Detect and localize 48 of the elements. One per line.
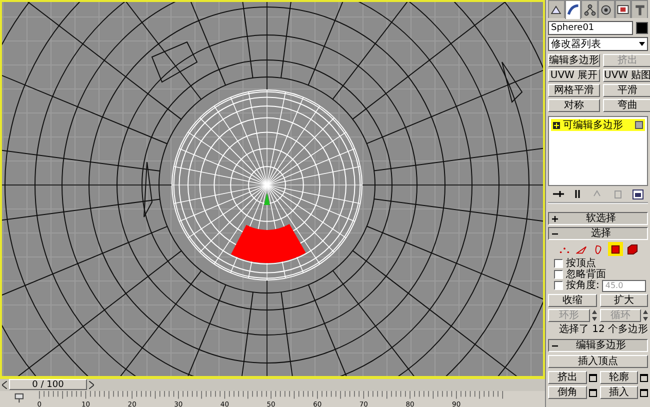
soft-selection-rollout-header[interactable]: 软选择 (548, 212, 648, 225)
checkbox[interactable] (554, 270, 563, 279)
checkbox-label: 按角度: (566, 280, 600, 291)
selection-rollout-header[interactable]: 选择 (548, 227, 648, 240)
polygon-tool-button[interactable]: 轮廓 (600, 371, 638, 384)
modifier-button[interactable]: 平滑 (603, 84, 650, 97)
modifier-button[interactable]: UVW 展开 (548, 69, 600, 82)
modifier-list-dropdown[interactable]: 修改器列表 (548, 37, 648, 51)
pin-stack-icon[interactable] (552, 188, 564, 200)
polygon-tool-button[interactable]: 倒角 (548, 386, 586, 399)
checkbox-label: 忽略背面 (566, 269, 606, 280)
polygon-tool-button[interactable]: 挤出 (548, 371, 586, 384)
insert-vertex-button[interactable]: 插入顶点 (548, 355, 648, 368)
modifier-button[interactable]: 对称 (548, 99, 600, 112)
object-name-field[interactable]: Sphere01 (548, 21, 633, 35)
caret-icon[interactable] (639, 42, 645, 46)
element-icon (626, 244, 638, 254)
modifier-button[interactable]: 编辑多边形 (548, 54, 600, 67)
modify-tab[interactable] (564, 0, 582, 19)
checkbox[interactable] (554, 281, 563, 290)
stack-item[interactable]: 可编辑多边形 (551, 119, 645, 131)
configure-sets-icon[interactable] (632, 188, 644, 200)
selection-status-text: 选择了 12 个多边形 (558, 324, 648, 335)
polygon-icon (610, 244, 620, 254)
expand-icon[interactable] (553, 122, 560, 128)
edge-icon (576, 244, 586, 254)
modifier-button[interactable]: 网格平滑 (548, 84, 600, 97)
spinner-arrows-icon[interactable] (592, 310, 596, 321)
object-color-swatch[interactable] (636, 22, 648, 34)
element-level-button[interactable] (624, 242, 640, 256)
selection-button[interactable]: 扩大 (600, 294, 648, 307)
edit-polygons-rollout-header[interactable]: 编辑多边形 (548, 339, 648, 352)
time-slider-thumb[interactable]: 0 / 100 (9, 379, 87, 390)
checkbox-label: 按顶点 (566, 258, 596, 269)
selection-button[interactable]: 收缩 (548, 294, 596, 307)
modifier-button[interactable]: UVW 贴图 (603, 69, 650, 82)
filter-icon[interactable] (14, 393, 24, 403)
previous-frame-icon[interactable] (2, 381, 7, 389)
toggle-square-icon[interactable] (635, 121, 643, 129)
gizmo-arrow-icon (264, 193, 270, 205)
next-frame-icon[interactable] (89, 381, 94, 389)
polygon-tool-button[interactable]: 插入 (600, 386, 638, 399)
polygon-level-button[interactable] (608, 242, 622, 256)
border-icon (592, 244, 604, 254)
spinner-arrows-icon[interactable] (643, 310, 648, 321)
checkbox[interactable] (554, 259, 563, 268)
modifier-button[interactable]: 弯曲 (603, 99, 650, 112)
modify-tab-icon[interactable] (566, 3, 580, 17)
